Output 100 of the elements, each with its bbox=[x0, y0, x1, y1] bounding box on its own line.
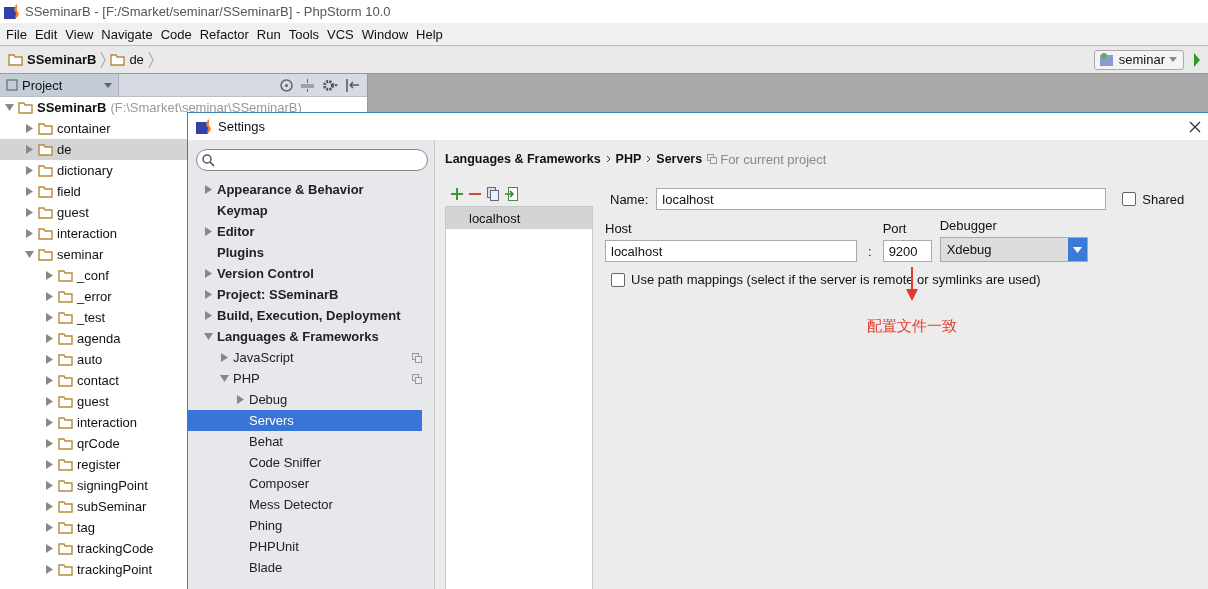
expand-arrow-icon[interactable] bbox=[204, 332, 213, 341]
folder-name: agenda bbox=[77, 331, 121, 346]
settings-item[interactable]: Keymap bbox=[188, 200, 422, 221]
folder-icon bbox=[8, 53, 23, 66]
expand-arrow-icon[interactable] bbox=[45, 481, 54, 490]
app-logo-icon bbox=[4, 3, 21, 20]
add-icon[interactable] bbox=[451, 188, 463, 200]
settings-item[interactable]: Plugins bbox=[188, 242, 422, 263]
expand-arrow-icon[interactable] bbox=[204, 227, 213, 236]
expand-arrow-icon[interactable] bbox=[45, 334, 54, 343]
expand-arrow-icon[interactable] bbox=[25, 187, 34, 196]
name-label: Name: bbox=[610, 191, 649, 207]
settings-item[interactable]: Behat bbox=[188, 431, 422, 452]
target-icon[interactable] bbox=[280, 78, 293, 92]
expand-arrow-icon[interactable] bbox=[45, 355, 54, 364]
menu-item[interactable]: Window bbox=[357, 26, 413, 42]
breadcrumb-item[interactable]: de bbox=[129, 52, 144, 67]
menu-item[interactable]: VCS bbox=[323, 26, 358, 42]
menu-item[interactable]: Edit bbox=[30, 26, 62, 42]
settings-item[interactable]: Composer bbox=[188, 473, 422, 494]
settings-item[interactable]: Appearance & Behavior bbox=[188, 179, 422, 200]
hide-panel-icon[interactable] bbox=[346, 78, 359, 92]
copy-icon[interactable] bbox=[487, 187, 499, 201]
expand-arrow-icon[interactable] bbox=[45, 397, 54, 406]
expand-arrow-icon[interactable] bbox=[45, 292, 54, 301]
settings-item[interactable]: Code Sniffer bbox=[188, 452, 422, 473]
settings-item[interactable]: PHPUnit bbox=[188, 536, 422, 557]
settings-item[interactable]: Phing bbox=[188, 515, 422, 536]
menu-item[interactable]: Help bbox=[412, 26, 447, 42]
checkbox[interactable] bbox=[611, 272, 625, 287]
gear-icon[interactable] bbox=[322, 78, 338, 92]
server-icon bbox=[1098, 51, 1115, 68]
expand-arrow-icon[interactable] bbox=[236, 395, 245, 404]
settings-item[interactable]: Version Control bbox=[188, 263, 422, 284]
folder-icon bbox=[38, 185, 53, 198]
expand-arrow-icon[interactable] bbox=[45, 376, 54, 385]
expand-arrow-icon[interactable] bbox=[25, 229, 34, 238]
folder-icon bbox=[110, 53, 126, 66]
menu-item[interactable]: Navigate bbox=[97, 26, 157, 42]
host-field[interactable]: localhost bbox=[605, 240, 857, 262]
expand-arrow-icon[interactable] bbox=[45, 313, 54, 322]
chevron-icon bbox=[147, 50, 154, 69]
folder-name: qrCode bbox=[77, 436, 120, 451]
folder-icon bbox=[58, 542, 73, 555]
settings-item[interactable]: Build, Execution, Deployment bbox=[188, 305, 422, 326]
folder-icon bbox=[38, 248, 53, 261]
name-field[interactable]: localhost bbox=[656, 188, 1107, 210]
run-config-dropdown[interactable]: seminar bbox=[1093, 49, 1184, 70]
expand-arrow-icon[interactable] bbox=[25, 145, 34, 154]
expand-arrow-icon[interactable] bbox=[45, 271, 54, 280]
expand-arrow-icon[interactable] bbox=[204, 311, 213, 320]
folder-name: seminar bbox=[57, 247, 104, 262]
expand-arrow-icon[interactable] bbox=[45, 439, 54, 448]
settings-item[interactable]: Blade bbox=[188, 557, 422, 578]
debugger-dropdown[interactable]: Xdebug bbox=[939, 237, 1088, 262]
settings-item[interactable]: Project: SSeminarB bbox=[188, 284, 422, 305]
expand-arrow-icon[interactable] bbox=[45, 565, 54, 574]
expand-arrow-icon[interactable] bbox=[25, 250, 34, 259]
settings-item[interactable]: JavaScript bbox=[188, 347, 422, 368]
checkbox[interactable] bbox=[1122, 192, 1137, 206]
collapse-icon[interactable] bbox=[301, 78, 314, 92]
import-icon[interactable] bbox=[505, 187, 518, 201]
expand-arrow-icon[interactable] bbox=[25, 166, 34, 175]
colon-text: : bbox=[867, 244, 873, 261]
expand-arrow-icon[interactable] bbox=[220, 374, 229, 383]
settings-item[interactable]: Servers bbox=[188, 410, 422, 431]
expand-arrow-icon[interactable] bbox=[45, 418, 54, 427]
expand-arrow-icon[interactable] bbox=[204, 290, 213, 299]
settings-item[interactable]: Editor bbox=[188, 221, 422, 242]
settings-item[interactable]: Languages & Frameworks bbox=[188, 326, 422, 347]
menu-item[interactable]: View bbox=[61, 26, 98, 42]
expand-arrow-icon[interactable] bbox=[220, 353, 229, 362]
settings-item[interactable]: Mess Detector bbox=[188, 494, 422, 515]
panel-view-dropdown[interactable]: Project bbox=[0, 74, 119, 96]
search-field[interactable] bbox=[196, 149, 428, 171]
menu-item[interactable]: Refactor bbox=[195, 26, 253, 42]
breadcrumb-item[interactable]: SSeminarB bbox=[27, 52, 97, 67]
menu-item[interactable]: Code bbox=[156, 26, 196, 42]
folder-icon bbox=[58, 479, 73, 492]
port-field[interactable]: 9200 bbox=[882, 240, 932, 262]
settings-item[interactable]: Debug bbox=[188, 389, 422, 410]
expand-arrow-icon[interactable] bbox=[204, 269, 213, 278]
expand-arrow-icon[interactable] bbox=[204, 185, 213, 194]
expand-arrow-icon[interactable] bbox=[45, 544, 54, 553]
tree-row[interactable]: dictionary bbox=[0, 160, 367, 181]
run-icon[interactable] bbox=[1194, 52, 1200, 67]
menu-item[interactable]: Run bbox=[252, 26, 285, 42]
tree-row[interactable]: SSeminarB (F:\Smarket\seminar\SSeminarB) bbox=[0, 97, 367, 118]
menu-item[interactable]: Tools bbox=[284, 26, 324, 42]
expand-arrow-icon[interactable] bbox=[25, 124, 34, 133]
annotation-text: 配置文件一致 bbox=[867, 317, 957, 336]
settings-item[interactable]: PHP bbox=[188, 368, 422, 389]
close-icon[interactable] bbox=[1189, 120, 1201, 133]
expand-arrow-icon[interactable] bbox=[45, 523, 54, 532]
server-item[interactable]: localhost bbox=[446, 207, 592, 229]
expand-arrow-icon[interactable] bbox=[25, 208, 34, 217]
expand-arrow-icon[interactable] bbox=[45, 502, 54, 511]
expand-arrow-icon[interactable] bbox=[5, 103, 14, 112]
expand-arrow-icon[interactable] bbox=[45, 460, 54, 469]
menu-item[interactable]: File bbox=[2, 26, 31, 42]
